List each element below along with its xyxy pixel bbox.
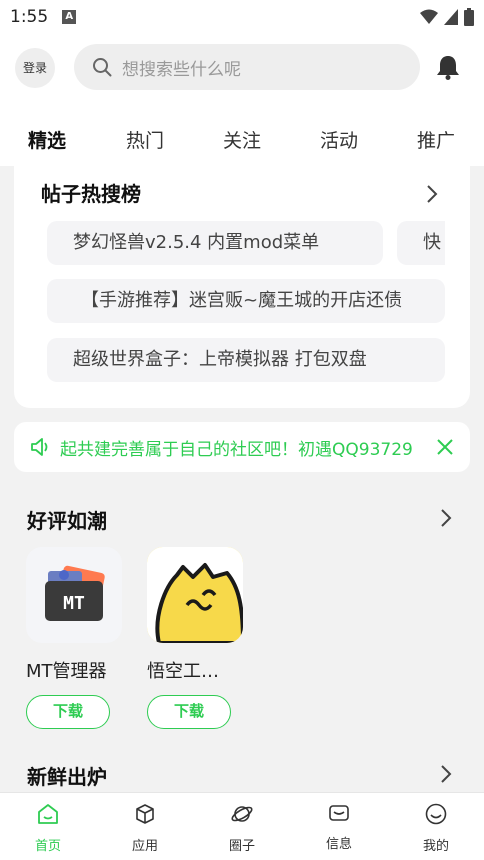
chevron-right-icon[interactable] [426, 184, 438, 204]
tab-promo[interactable]: 推广 [417, 126, 455, 153]
notice-text: 起共建完善属于自己的社区吧！初遇QQ93729 [60, 439, 413, 460]
good-reviews-title: 好评如潮 [27, 509, 107, 533]
smile-icon [425, 803, 447, 825]
nav-label: 圈子 [228, 839, 255, 854]
speaker-icon [31, 438, 48, 456]
search-input[interactable]: 想搜索些什么呢 [74, 44, 420, 90]
mail-icon [329, 805, 349, 821]
login-button[interactable]: 登录 [15, 48, 55, 88]
signal-icon [444, 9, 458, 25]
tab-featured[interactable]: 精选 [28, 126, 66, 153]
nav-profile[interactable]: 我的 [406, 803, 466, 854]
tab-hot[interactable]: 热门 [126, 126, 164, 153]
fresh-title: 新鲜出炉 [27, 765, 107, 789]
search-icon [93, 58, 112, 77]
nav-messages[interactable]: 信息 [309, 803, 369, 852]
tab-follow[interactable]: 关注 [223, 126, 261, 153]
planet-icon [231, 806, 253, 822]
nav-label: 首页 [34, 839, 61, 854]
hot-search-title: 帖子热搜榜 [41, 182, 141, 206]
app-name: 悟空工… [147, 661, 219, 682]
nav-circles[interactable]: 圈子 [212, 803, 272, 854]
hot-search-item[interactable]: 超级世界盒子：上帝模拟器 打包双盘 [47, 338, 445, 382]
search-placeholder: 想搜索些什么呢 [122, 59, 241, 80]
chevron-right-icon[interactable] [440, 764, 452, 784]
status-time: 1:55 [10, 7, 49, 27]
home-icon [38, 804, 58, 824]
bell-icon[interactable] [436, 54, 460, 80]
svg-text:MT: MT [63, 593, 85, 614]
download-button[interactable]: 下载 [26, 695, 110, 729]
app-name: MT管理器 [26, 661, 107, 682]
mt-manager-icon: MT [26, 547, 122, 643]
nav-apps[interactable]: 应用 [115, 803, 175, 854]
cube-icon [136, 804, 154, 824]
wukong-icon [147, 547, 243, 643]
nav-home[interactable]: 首页 [18, 803, 78, 854]
download-button[interactable]: 下载 [147, 695, 231, 729]
bottom-nav: 首页 应用 圈子 信息 我的 [0, 792, 484, 860]
close-icon[interactable] [436, 438, 454, 456]
notice-bar: 起共建完善属于自己的社区吧！初遇QQ93729 [14, 422, 470, 472]
hot-search-item[interactable]: 【手游推荐】迷宫贩~魔王城的开店还债 [47, 279, 445, 323]
app-card-wukong[interactable]: 悟空工… [147, 547, 243, 683]
notification-icon: A [62, 10, 77, 24]
hot-search-item[interactable]: 梦幻怪兽v2.5.4 内置mod菜单 [47, 221, 383, 265]
hot-search-item[interactable]: 快 [397, 221, 445, 265]
nav-label: 我的 [422, 839, 449, 854]
app-card-mt[interactable]: MT MT管理器 [26, 547, 122, 683]
status-bar: 1:55 A [0, 0, 484, 34]
top-bar: 登录 想搜索些什么呢 [0, 34, 484, 106]
wifi-icon [420, 9, 438, 24]
hot-search-card: 帖子热搜榜 梦幻怪兽v2.5.4 内置mod菜单 快 【手游推荐】迷宫贩~魔王城… [14, 150, 470, 408]
battery-icon [464, 8, 474, 26]
chevron-right-icon[interactable] [440, 508, 452, 528]
nav-label: 应用 [131, 839, 158, 854]
tab-events[interactable]: 活动 [320, 126, 358, 153]
nav-label: 信息 [325, 837, 352, 852]
status-icons [420, 8, 474, 26]
